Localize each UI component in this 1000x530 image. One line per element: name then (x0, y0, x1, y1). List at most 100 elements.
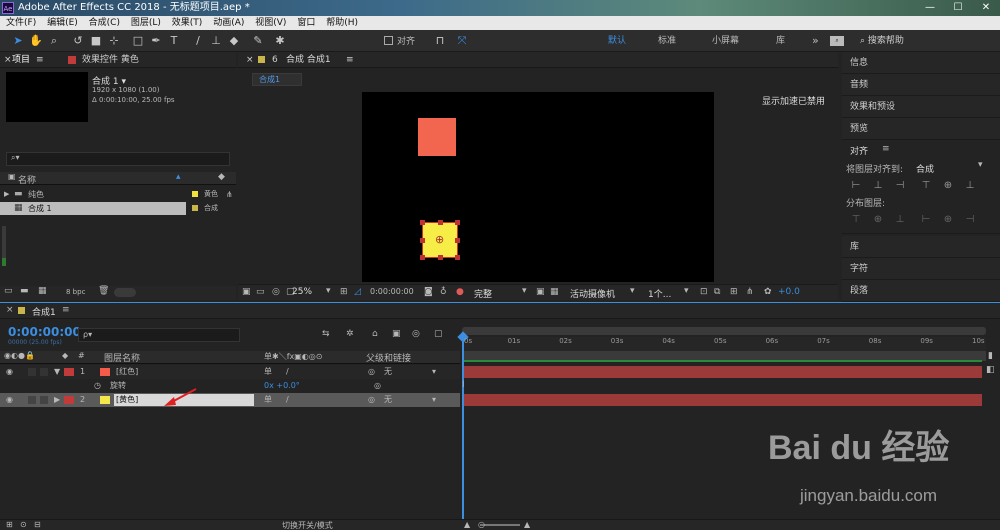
distribute-h-center-icon[interactable]: ⊕ (942, 214, 954, 226)
align-to-select[interactable]: 合成 (916, 162, 934, 175)
interpret-footage-icon[interactable]: ▭ (4, 286, 13, 296)
collapse-arrow-icon[interactable]: ▼ (54, 365, 60, 379)
project-menu-icon[interactable]: ≡ (36, 52, 44, 68)
brush-tool-icon[interactable]: / (190, 33, 206, 49)
chevron-down-icon[interactable]: ▾ (432, 365, 436, 379)
selection-handle[interactable] (455, 220, 460, 225)
chevron-down-icon[interactable]: ▾ (522, 286, 527, 296)
selection-handle[interactable] (420, 220, 425, 225)
sort-up-icon[interactable]: ▴ (176, 172, 181, 182)
exposure-value[interactable]: +0.0 (778, 287, 800, 297)
new-folder-icon[interactable]: ▬ (20, 286, 29, 296)
expand-switches-icon[interactable]: ⊞ (6, 520, 13, 529)
project-close-icon[interactable]: × (4, 52, 12, 68)
display-icon[interactable]: ▭ (256, 287, 265, 297)
panel-effects-presets[interactable]: 效果和预设 (842, 96, 1000, 118)
panel-character[interactable]: 字符 (842, 258, 1000, 280)
shy-switch-icon[interactable]: 单 (264, 365, 272, 379)
workspace-small-screen[interactable]: 小屏幕 (712, 30, 739, 52)
yellow-solid-layer[interactable]: ⊕ (420, 220, 460, 260)
resolution-select[interactable]: 完整 (474, 287, 492, 300)
exposure-icon[interactable]: ✿ (764, 287, 772, 297)
hand-tool-icon[interactable]: ✋ (28, 33, 44, 49)
puppet-tool-icon[interactable]: ✱ (272, 33, 288, 49)
solo-icon[interactable] (28, 396, 36, 404)
tag-icon[interactable]: ◆ (218, 172, 225, 182)
zoom-tool-icon[interactable]: ⌕ (46, 33, 62, 49)
toggle-pixel-aspect-icon[interactable]: ⊡ (700, 287, 708, 297)
layer-row-selected[interactable]: ◉ ▶ 2 [黄色] 单 / ◎ 无 ▾ (0, 393, 460, 407)
rotate-tool-icon[interactable]: ↺ (70, 33, 86, 49)
workspace-standard[interactable]: 标准 (658, 30, 676, 52)
menu-file[interactable]: 文件(F) (6, 18, 36, 28)
work-area-end-icon[interactable]: ▮ (988, 351, 993, 361)
selection-handle[interactable] (420, 238, 425, 243)
quality-switch-icon[interactable]: / (286, 393, 289, 407)
selection-handle[interactable] (420, 255, 425, 260)
camera-select[interactable]: 活动摄像机 (570, 287, 615, 300)
tab-effect-controls[interactable]: 效果控件 黄色 (82, 52, 139, 68)
column-parent[interactable]: 父级和链接 (366, 351, 411, 364)
vr-icon[interactable]: ◎ (272, 287, 280, 297)
eraser-tool-icon[interactable]: ◆ (226, 33, 242, 49)
chevron-down-icon[interactable]: ▾ (630, 286, 635, 296)
chevron-down-icon[interactable]: ▾ (326, 286, 331, 296)
align-left-icon[interactable]: ⊢ (850, 180, 862, 192)
zoom-select[interactable]: 25% (292, 287, 312, 297)
keyframe-navigator-icon[interactable]: I (462, 380, 465, 390)
distribute-top-icon[interactable]: ⊤ (850, 214, 862, 226)
panel-info[interactable]: 信息 (842, 52, 1000, 74)
menu-animation[interactable]: 动画(A) (213, 18, 244, 28)
new-comp-icon[interactable]: ▦ (38, 286, 47, 296)
delete-icon[interactable]: 🗑 (98, 286, 109, 296)
timeline-zoom-slider[interactable] (480, 524, 520, 526)
timeline-timecode[interactable]: 0:00:00:00 (8, 325, 81, 339)
transparency-grid-icon[interactable]: ▦ (550, 287, 559, 297)
current-time[interactable]: 0:00:00:00 (370, 287, 414, 296)
chevron-down-icon[interactable]: ▾ (684, 286, 689, 296)
layer-2-track[interactable] (464, 394, 982, 406)
pen-tool-icon[interactable]: ✒ (148, 33, 164, 49)
eye-icon[interactable]: ◉ (6, 365, 13, 379)
type-tool-icon[interactable]: T (166, 33, 182, 49)
timeline-tab[interactable]: 合成1 (32, 305, 56, 318)
mask-visibility-icon[interactable]: ◿ (354, 287, 361, 297)
bit-depth-label[interactable]: 8 bpc (66, 288, 85, 296)
align-checkbox[interactable] (384, 36, 393, 45)
expand-in-out-icon[interactable]: ⊟ (34, 520, 41, 529)
property-value[interactable]: 0x +0.0° (264, 379, 300, 393)
align-top-icon[interactable]: ⊤ (920, 180, 932, 192)
anchor-point-icon[interactable]: ⊕ (435, 233, 444, 246)
clone-stamp-tool-icon[interactable]: ⊥ (208, 33, 224, 49)
playhead[interactable] (462, 337, 464, 530)
menu-composition[interactable]: 合成(C) (89, 18, 120, 28)
scrollbar-thumb[interactable] (2, 258, 6, 266)
lock-icon[interactable]: 6 (272, 52, 278, 68)
align-menu-icon[interactable]: ≡ (882, 144, 890, 154)
viewer-menu-icon[interactable]: ≡ (346, 52, 354, 68)
selection-handle[interactable] (438, 255, 443, 260)
motion-blur-icon[interactable]: ◎ (412, 329, 420, 339)
zoom-out-icon[interactable]: ▲ (464, 520, 470, 529)
distribute-bottom-icon[interactable]: ⊥ (894, 214, 906, 226)
composition-canvas[interactable]: ⊕ (362, 92, 714, 282)
quality-switch-icon[interactable]: / (286, 365, 289, 379)
solo-icon[interactable] (28, 368, 36, 376)
eye-icon[interactable]: ◉ (6, 393, 13, 407)
expand-modes-icon[interactable]: ⊙ (20, 520, 27, 529)
always-preview-icon[interactable]: ▣ (242, 287, 251, 297)
flowchart-icon[interactable]: ⋔ (746, 287, 754, 297)
grid-icon[interactable]: ⊞ (340, 287, 348, 297)
menu-edit[interactable]: 编辑(E) (47, 18, 78, 28)
menu-view[interactable]: 视图(V) (255, 18, 286, 28)
show-snapshot-icon[interactable]: ♁ (440, 287, 447, 297)
project-item-comp[interactable]: ▦ 合成 1 (0, 202, 186, 215)
rectangle-tool-icon[interactable]: □ (130, 33, 146, 49)
property-row[interactable]: ◷ 旋转 0x +0.0° ◎ (0, 379, 460, 393)
timeline-search-input[interactable]: ρ▾ (78, 328, 240, 342)
align-v-center-icon[interactable]: ⊕ (942, 180, 954, 192)
panel-paragraph[interactable]: 段落 (842, 280, 1000, 302)
project-zoom-slider[interactable] (114, 288, 136, 297)
menu-window[interactable]: 窗口 (297, 18, 315, 28)
toggle-switches-modes[interactable]: 切换开关/模式 (282, 520, 333, 530)
